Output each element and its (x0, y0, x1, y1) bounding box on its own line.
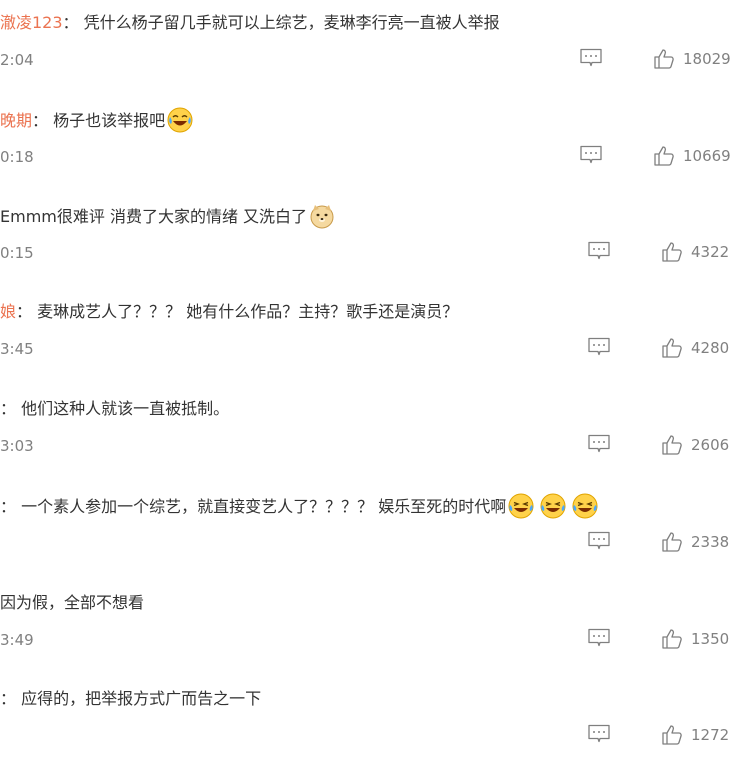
comment-username[interactable]: 晚期 (0, 111, 32, 130)
colon-separator: ： (62, 13, 79, 32)
comment-body: 因为假，全部不想看 (0, 593, 145, 612)
thumbs-up-icon (654, 146, 674, 166)
like-count: 2338 (691, 533, 730, 551)
like-count: 4322 (691, 243, 730, 261)
comment-item: 娘： 麦琳成艺人了？？？ 她有什么作品？主持？歌手还是演员？ 3:45 4280 (0, 299, 750, 369)
comment-time: 3:49 (0, 631, 34, 649)
like-count: 4280 (691, 339, 730, 357)
reply-button[interactable] (587, 433, 613, 457)
colon-separator: ： (0, 497, 17, 516)
colon-separator: ： (0, 689, 17, 708)
comment-username[interactable]: 澈凌123 (0, 13, 63, 32)
comment-body: Emmm很难评 消费了大家的情绪 又洗白了 (0, 207, 308, 226)
thumbs-up-icon (662, 242, 682, 262)
comment-body: 凭什么杨子留几手就可以上综艺，麦琳李行亮一直被人举报 (83, 13, 500, 32)
comment-body: 麦琳成艺人了？？？ 她有什么作品？主持？歌手还是演员？ (37, 302, 459, 321)
reply-button[interactable] (579, 144, 605, 168)
comment-item: 澈凌123： 凭什么杨子留几手就可以上综艺，麦琳李行亮一直被人举报 2:04 1… (0, 10, 750, 80)
comment-body: 杨子也该举报吧 (53, 111, 166, 130)
like-count: 2606 (691, 436, 730, 454)
comment-icon (580, 48, 602, 67)
comment-text-line: 娘： 麦琳成艺人了？？？ 她有什么作品？主持？歌手还是演员？ (0, 299, 458, 325)
comment-item: ： 应得的，把举报方式广而告之一下 1272 (0, 686, 750, 756)
comment-icon (588, 337, 610, 356)
doge-emoji-icon (310, 205, 334, 229)
like-button[interactable]: 10669 (652, 143, 742, 169)
thumbs-up-icon (662, 435, 682, 455)
comment-item: Emmm很难评 消费了大家的情绪 又洗白了 0:15 4322 (0, 203, 750, 273)
comment-time: 3:45 (0, 340, 34, 358)
comment-item: 晚期： 杨子也该举报吧 0:18 10669 (0, 107, 750, 177)
thumbs-up-icon (662, 338, 682, 358)
comment-icon (580, 145, 602, 164)
thumbs-up-icon (654, 49, 674, 69)
like-button[interactable]: 2338 (660, 529, 750, 555)
comment-text-line: ： 一个素人参加一个综艺，就直接变艺人了？？？？ 娱乐至死的时代啊 (0, 493, 598, 519)
comment-list: 澈凌123： 凭什么杨子留几手就可以上综艺，麦琳李行亮一直被人举报 2:04 1… (0, 0, 750, 757)
comment-body: 一个素人参加一个综艺，就直接变艺人了？？？？ 娱乐至死的时代啊 (21, 497, 507, 516)
comment-text-line: ： 他们这种人就该一直被抵制。 (0, 396, 229, 422)
comment-text-line: ： 应得的，把举报方式广而告之一下 (0, 686, 261, 712)
comment-icon (588, 628, 610, 647)
laugh-tears-emoji-icon (508, 493, 534, 519)
comment-item: 因为假，全部不想看 3:49 1350 (0, 590, 750, 660)
comment-icon (588, 724, 610, 743)
colon-separator: ： (32, 111, 49, 130)
comment-icon (588, 434, 610, 453)
reply-button[interactable] (579, 47, 605, 71)
comment-time: 0:18 (0, 148, 34, 166)
reply-button[interactable] (587, 723, 613, 747)
reply-button[interactable] (587, 627, 613, 651)
comment-body: 应得的，把举报方式广而告之一下 (21, 689, 262, 708)
reply-button[interactable] (587, 530, 613, 554)
comment-icon (588, 531, 610, 550)
laugh-tears-emoji-icon (572, 493, 598, 519)
like-count: 1272 (691, 726, 730, 744)
like-count: 18029 (683, 50, 731, 68)
comment-username[interactable]: 娘 (0, 302, 16, 321)
colon-separator: ： (0, 399, 17, 418)
comment-body: 他们这种人就该一直被抵制。 (21, 399, 230, 418)
reply-button[interactable] (587, 336, 613, 360)
comment-text-line: Emmm很难评 消费了大家的情绪 又洗白了 (0, 203, 335, 229)
comment-time: 3:03 (0, 437, 34, 455)
thumbs-up-icon (662, 532, 682, 552)
reply-button[interactable] (587, 240, 613, 264)
like-button[interactable]: 4322 (660, 239, 750, 265)
thumbs-up-icon (662, 629, 682, 649)
colon-separator: ： (16, 302, 33, 321)
like-button[interactable]: 4280 (660, 335, 750, 361)
comment-text-line: 因为假，全部不想看 (0, 590, 144, 616)
laugh-tears-emoji-icon (540, 493, 566, 519)
comment-text-line: 澈凌123： 凭什么杨子留几手就可以上综艺，麦琳李行亮一直被人举报 (0, 10, 500, 36)
comment-item: ： 一个素人参加一个综艺，就直接变艺人了？？？？ 娱乐至死的时代啊 2338 (0, 493, 750, 563)
like-button[interactable]: 2606 (660, 432, 750, 458)
comment-text-line: 晚期： 杨子也该举报吧 (0, 107, 193, 133)
like-button[interactable]: 1272 (660, 722, 750, 748)
like-button[interactable]: 1350 (660, 626, 750, 652)
comment-icon (588, 241, 610, 260)
like-count: 10669 (683, 147, 731, 165)
comment-item: ： 他们这种人就该一直被抵制。 3:03 2606 (0, 396, 750, 466)
comment-time: 0:15 (0, 244, 34, 262)
comment-time: 2:04 (0, 51, 34, 69)
like-count: 1350 (691, 630, 730, 648)
thumbs-up-icon (662, 725, 682, 745)
like-button[interactable]: 18029 (652, 46, 742, 72)
laugh-cry-emoji-icon (167, 107, 193, 133)
